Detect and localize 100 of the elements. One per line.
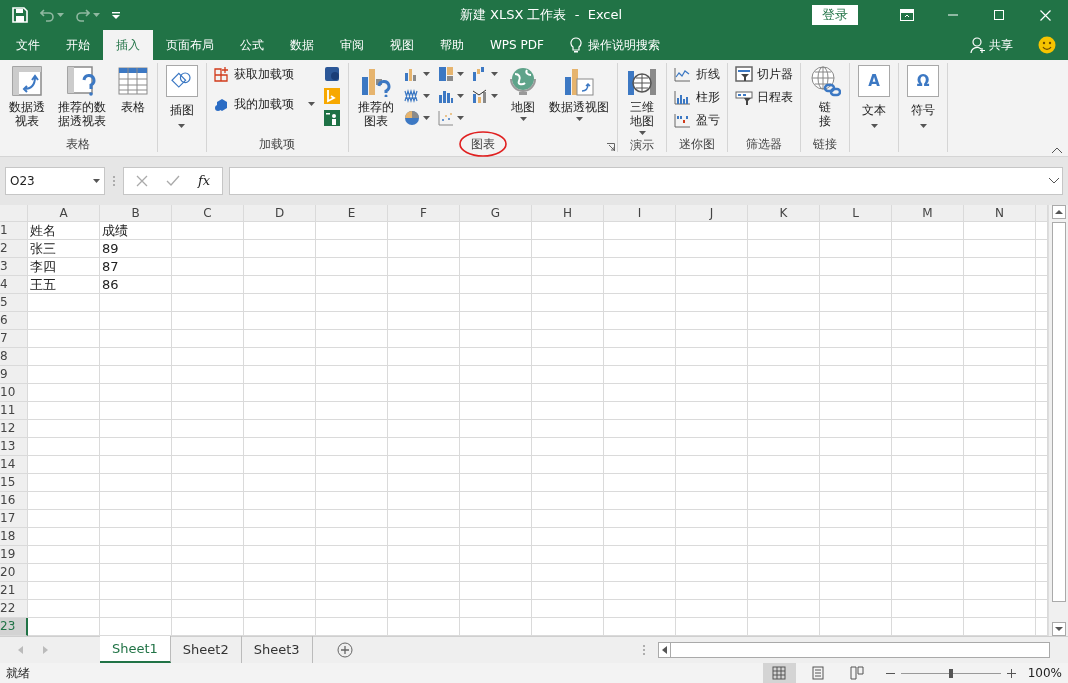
row-header[interactable]: 2 [0,240,28,258]
empty-cell[interactable] [748,312,820,330]
empty-cell[interactable] [604,582,676,600]
empty-cell[interactable] [604,420,676,438]
empty-cell[interactable] [604,276,676,294]
empty-cell[interactable] [460,312,532,330]
empty-cell[interactable] [244,456,316,474]
empty-cell[interactable] [388,258,460,276]
empty-cell[interactable] [964,474,1036,492]
empty-cell[interactable] [676,330,748,348]
empty-cell[interactable] [388,330,460,348]
empty-cell[interactable] [964,600,1036,618]
empty-cell[interactable] [676,474,748,492]
empty-cell[interactable] [532,528,604,546]
empty-cell[interactable] [820,582,892,600]
row-header[interactable]: 13 [0,438,28,456]
empty-cell[interactable] [676,240,748,258]
empty-cell[interactable] [604,258,676,276]
empty-cell[interactable] [748,492,820,510]
scroll-down-button[interactable] [1051,622,1066,636]
empty-cell[interactable] [460,384,532,402]
empty-cell[interactable] [964,276,1036,294]
empty-cell[interactable] [604,528,676,546]
empty-cell[interactable] [100,366,172,384]
empty-cell[interactable] [316,384,388,402]
empty-cell[interactable] [316,276,388,294]
empty-cell[interactable] [604,564,676,582]
empty-cell[interactable] [172,474,244,492]
empty-cell[interactable] [316,312,388,330]
empty-cell[interactable] [532,276,604,294]
empty-cell[interactable] [172,348,244,366]
row-header[interactable]: 9 [0,366,28,384]
empty-cell[interactable] [316,474,388,492]
empty-cell[interactable] [964,438,1036,456]
empty-cell[interactable] [244,294,316,312]
empty-cell[interactable] [244,528,316,546]
empty-cell[interactable] [172,510,244,528]
empty-cell[interactable] [604,312,676,330]
empty-cell[interactable] [460,240,532,258]
empty-cell[interactable] [316,456,388,474]
empty-cell[interactable] [820,348,892,366]
empty-cell[interactable] [604,600,676,618]
empty-cell[interactable] [388,546,460,564]
row-header[interactable]: 4 [0,276,28,294]
empty-cell[interactable] [316,420,388,438]
save-button[interactable] [12,7,28,23]
empty-cell[interactable] [532,510,604,528]
name-box[interactable]: O23 [5,167,105,195]
row-header[interactable]: 11 [0,402,28,420]
row-header[interactable]: 14 [0,456,28,474]
customize-button[interactable] [112,11,120,19]
empty-cell[interactable] [676,222,748,240]
empty-cell[interactable] [748,366,820,384]
empty-cell[interactable] [316,258,388,276]
empty-cell[interactable] [316,402,388,420]
row-header[interactable]: 5 [0,294,28,312]
empty-cell[interactable] [748,348,820,366]
empty-cell[interactable] [892,546,964,564]
ribbon-button[interactable]: 推荐的图表 [353,63,399,130]
zoom-slider[interactable] [900,668,1001,678]
empty-cell[interactable] [676,366,748,384]
ribbon-button[interactable]: 地图 [504,63,543,123]
tell-me-search[interactable]: 操作说明搜索 [556,30,673,60]
empty-cell[interactable] [676,600,748,618]
empty-cell[interactable] [964,330,1036,348]
empty-cell[interactable] [460,294,532,312]
empty-cell[interactable] [820,600,892,618]
empty-cell[interactable] [748,294,820,312]
empty-cell[interactable] [244,582,316,600]
empty-cell[interactable] [676,276,748,294]
empty-cell[interactable] [748,438,820,456]
empty-cell[interactable] [388,402,460,420]
empty-cell[interactable] [316,510,388,528]
empty-cell[interactable] [820,330,892,348]
empty-cell[interactable] [172,600,244,618]
empty-cell[interactable] [172,258,244,276]
empty-cell[interactable] [244,564,316,582]
empty-cell[interactable] [820,222,892,240]
ribbon-tab[interactable]: 页面布局 [153,30,227,60]
empty-cell[interactable] [316,564,388,582]
column-header[interactable]: D [244,205,316,222]
ribbon-button[interactable]: 切片器 [733,63,796,85]
empty-cell[interactable] [172,294,244,312]
empty-cell[interactable] [100,384,172,402]
empty-cell[interactable] [676,564,748,582]
ribbon-button[interactable]: 数据透视图 [546,63,613,123]
ribbon-button[interactable]: A 文本 [855,63,894,130]
empty-cell[interactable] [316,348,388,366]
empty-cell[interactable] [820,420,892,438]
ribbon-tab[interactable]: 文件 [3,30,53,60]
empty-cell[interactable] [460,366,532,384]
empty-cell[interactable] [460,546,532,564]
empty-cell[interactable] [820,456,892,474]
ribbon-button[interactable]: 表格 [113,63,152,116]
empty-cell[interactable] [460,258,532,276]
scroll-right-icon[interactable] [42,646,48,654]
empty-cell[interactable] [244,438,316,456]
ribbon-tab[interactable]: 开始 [53,30,103,60]
empty-cell[interactable] [676,510,748,528]
empty-cell[interactable] [532,366,604,384]
